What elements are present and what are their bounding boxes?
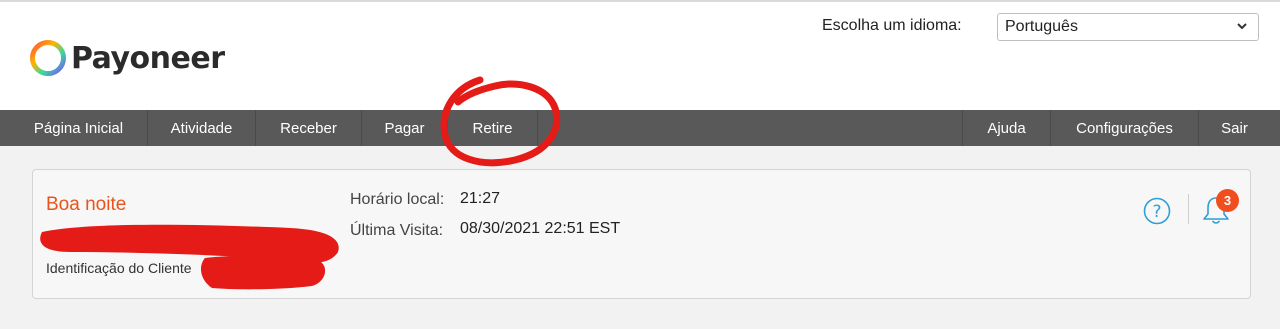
local-time-label: Horário local: — [350, 191, 445, 208]
nav-help-label: Ajuda — [987, 119, 1026, 137]
language-label: Escolha um idioma: — [822, 17, 962, 34]
notification-badge[interactable]: 3 — [1216, 189, 1239, 212]
language-selected-value: Português — [1005, 18, 1078, 35]
language-select[interactable]: Português — [997, 13, 1259, 41]
nav-activity[interactable]: Atividade — [148, 110, 256, 146]
nav-pay-label: Pagar — [384, 119, 425, 137]
nav-settings-label: Configurações — [1076, 119, 1173, 137]
last-visit-value: 08/30/2021 22:51 EST — [460, 220, 621, 237]
icon-divider — [1188, 194, 1189, 224]
local-time-value: 21:27 — [460, 190, 501, 207]
nav-settings[interactable]: Configurações — [1050, 110, 1198, 146]
last-visit-label: Última Visita: — [350, 222, 444, 239]
logo-ring-icon — [30, 40, 66, 76]
nav-activity-label: Atividade — [170, 119, 233, 137]
main-navbar: Página Inicial Atividade Receber Pagar R… — [0, 110, 1280, 146]
account-summary-card: Boa noite Identificação do Cliente Horár… — [32, 169, 1251, 299]
payoneer-logo[interactable]: Payoneer — [28, 38, 225, 78]
client-id-label: Identificação do Cliente — [46, 260, 192, 276]
chevron-down-icon — [1237, 23, 1247, 30]
nav-pay[interactable]: Pagar — [362, 110, 448, 146]
nav-home-label: Página Inicial — [33, 119, 124, 137]
greeting-text: Boa noite — [46, 194, 127, 215]
nav-receive[interactable]: Receber — [256, 110, 362, 146]
nav-withdraw[interactable]: Retire — [448, 110, 538, 146]
nav-receive-label: Receber — [280, 119, 337, 137]
brand-name: Payoneer — [71, 40, 225, 76]
nav-withdraw-label: Retire — [472, 119, 513, 137]
nav-home[interactable]: Página Inicial — [10, 110, 148, 146]
nav-logout-label: Sair — [1221, 119, 1248, 137]
top-header: Payoneer Escolha um idioma: Português — [0, 0, 1280, 110]
nav-logout[interactable]: Sair — [1198, 110, 1270, 146]
svg-text:?: ? — [1152, 202, 1161, 222]
nav-help[interactable]: Ajuda — [962, 110, 1050, 146]
help-icon[interactable]: ? — [1143, 197, 1171, 225]
